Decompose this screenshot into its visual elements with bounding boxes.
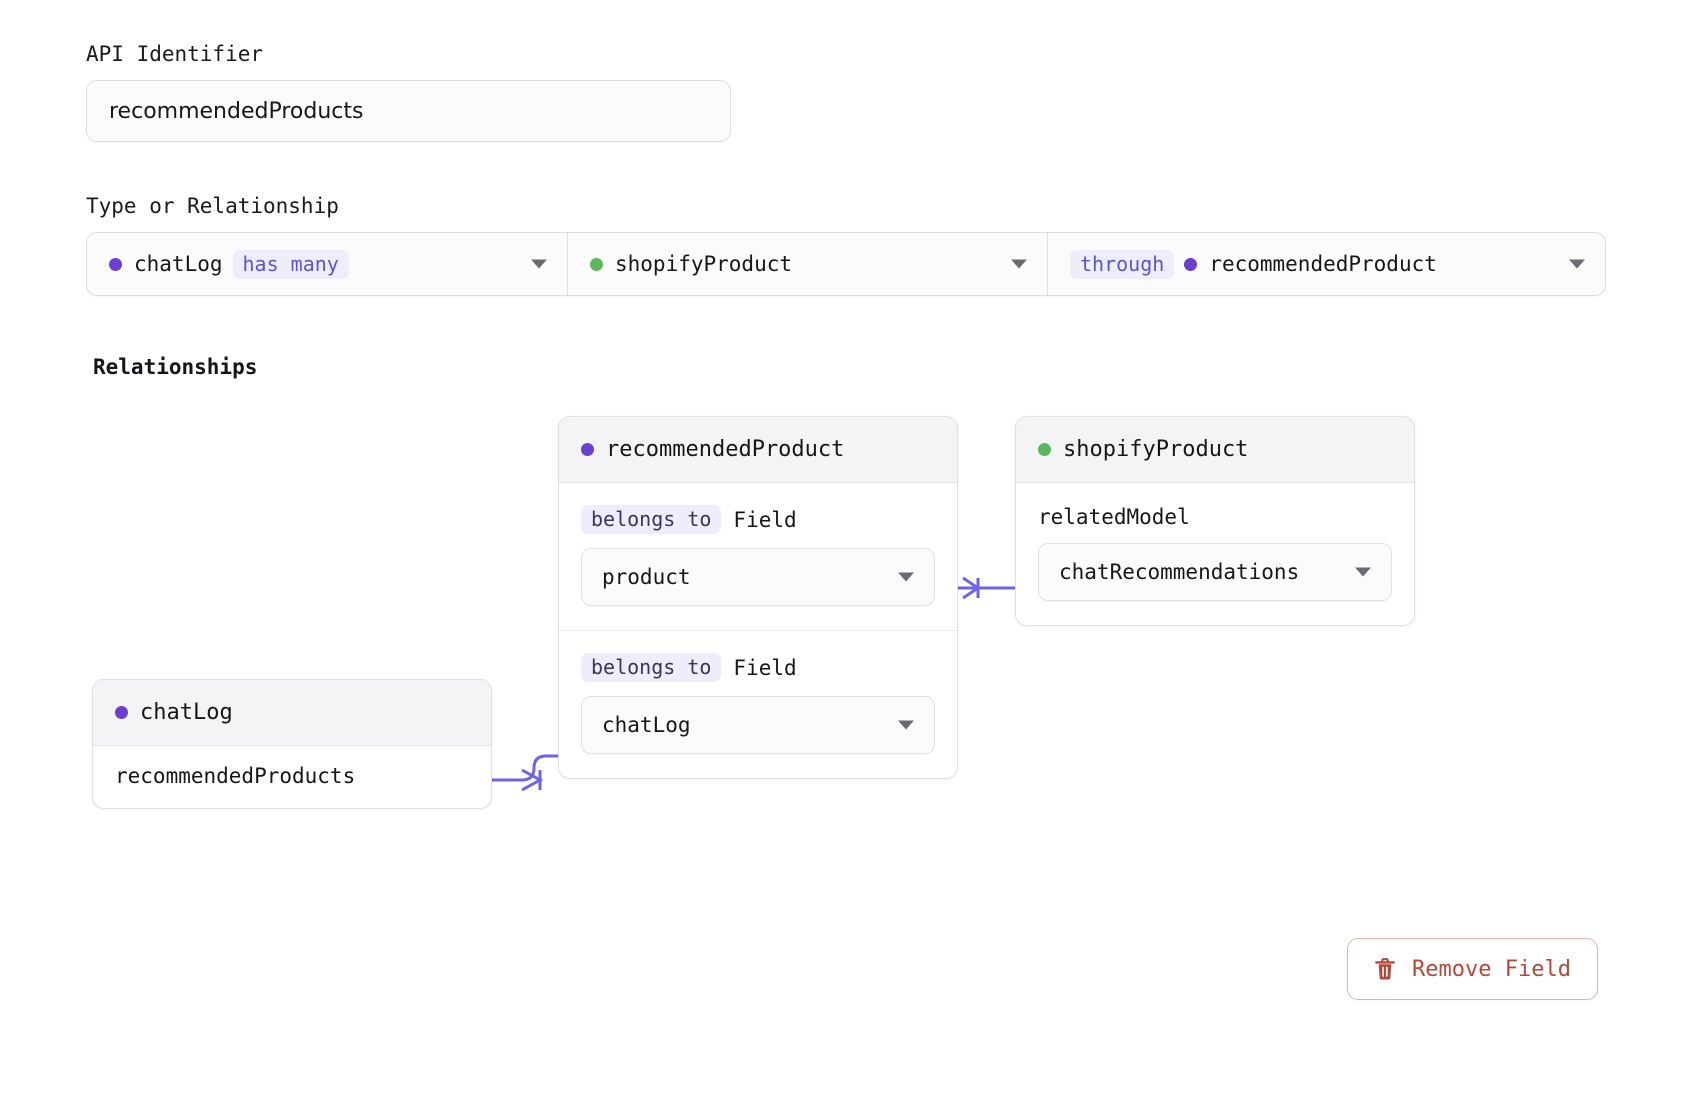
model-dot-icon [581, 443, 594, 456]
remove-field-button[interactable]: Remove Field [1347, 938, 1598, 1000]
relationship-join-select[interactable]: through recommendedProduct [1047, 233, 1605, 295]
model-dot-icon [1038, 443, 1051, 456]
api-identifier-field: API Identifier recommendedProducts [86, 42, 736, 142]
api-identifier-label: API Identifier [86, 42, 736, 66]
chevron-down-icon [898, 573, 914, 582]
field-label: Field [733, 656, 796, 680]
card-header-recommendedproduct: recommendedProduct [559, 417, 957, 483]
chevron-down-icon [1569, 260, 1585, 269]
remove-field-label: Remove Field [1412, 957, 1571, 982]
belongs-to-badge: belongs to [581, 505, 721, 534]
card-title: chatLog [140, 700, 233, 725]
relationship-kind-badge: has many [233, 250, 349, 279]
card-title: shopifyProduct [1063, 437, 1248, 462]
chevron-down-icon [531, 260, 547, 269]
relationships-section-title: Relationships [93, 355, 257, 379]
card-header-chatlog: chatLog [93, 680, 491, 746]
trash-icon [1374, 957, 1396, 981]
chevron-down-icon [1355, 568, 1371, 577]
field-select-relatedmodel[interactable]: chatRecommendations [1038, 543, 1392, 601]
field-row-label: relatedModel [1038, 505, 1392, 529]
model-dot-icon [1184, 258, 1197, 271]
model-dot-icon [109, 258, 122, 271]
source-model-name: chatLog [134, 252, 223, 276]
field-select-value: chatLog [602, 713, 691, 737]
field-select-chatlog[interactable]: chatLog [581, 696, 935, 754]
card-chatlog: chatLog recommendedProducts [92, 679, 492, 809]
field-row-label: belongs to Field [581, 653, 935, 682]
field-row-label: belongs to Field [581, 505, 935, 534]
card-title: recommendedProduct [606, 437, 844, 462]
type-or-relationship-label: Type or Relationship [86, 194, 1606, 218]
card-shopifyproduct: shopifyProduct relatedModel chatRecommen… [1015, 416, 1415, 626]
chevron-down-icon [898, 721, 914, 730]
chevron-down-icon [1011, 260, 1027, 269]
field-select-value: chatRecommendations [1059, 560, 1299, 584]
model-dot-icon [590, 258, 603, 271]
field-select-product[interactable]: product [581, 548, 935, 606]
join-model-name: recommendedProduct [1209, 252, 1437, 276]
relationship-source-select[interactable]: chatLog has many [87, 233, 567, 295]
card-recommendedproduct: recommendedProduct belongs to Field prod… [558, 416, 958, 779]
belongs-to-badge: belongs to [581, 653, 721, 682]
target-model-name: shopifyProduct [615, 252, 792, 276]
api-identifier-input[interactable]: recommendedProducts [86, 80, 731, 142]
field-label: relatedModel [1038, 505, 1190, 529]
relationship-segmented-control: chatLog has many shopifyProduct through … [86, 232, 1606, 296]
field-label: Field [733, 508, 796, 532]
type-or-relationship-field: Type or Relationship chatLog has many sh… [86, 194, 1606, 296]
relationship-editor-page: API Identifier recommendedProducts Type … [0, 0, 1688, 1096]
card-field-row: relatedModel chatRecommendations [1016, 483, 1414, 625]
relationship-target-select[interactable]: shopifyProduct [567, 233, 1047, 295]
field-select-value: product [602, 565, 691, 589]
card-field-row: belongs to Field chatLog [559, 630, 957, 778]
relationships-diagram: recommendedProduct belongs to Field prod… [0, 390, 1688, 860]
through-badge: through [1070, 250, 1174, 279]
card-field-row: belongs to Field product [559, 483, 957, 630]
card-header-shopifyproduct: shopifyProduct [1016, 417, 1414, 483]
chatlog-field-text: recommendedProducts [93, 746, 491, 808]
model-dot-icon [115, 706, 128, 719]
